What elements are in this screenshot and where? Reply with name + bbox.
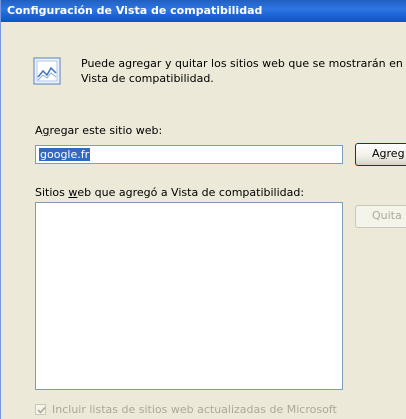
window-title: Configuración de Vista de compatibilidad — [7, 4, 263, 17]
include-updated-lists-checkbox[interactable] — [35, 404, 46, 415]
add-site-label-suffix: regar este sitio web: — [49, 124, 163, 137]
add-site-label-prefix: A — [35, 124, 43, 137]
add-site-label-mnemonic: g — [42, 124, 50, 137]
include-updated-lists-label: Incluir listas de sitios web actualizada… — [52, 403, 337, 416]
site-list-label-suffix: eb que agregó a Vista de compatibilidad: — [77, 186, 305, 199]
remove-button[interactable]: Quita — [355, 205, 406, 228]
add-site-label: Agregar este sitio web: — [35, 124, 162, 137]
add-button-label-rest: reg — [386, 147, 405, 160]
add-button-label-first: A — [372, 147, 380, 160]
compatibility-site-list[interactable] — [35, 202, 343, 390]
add-button[interactable]: Agreg — [355, 143, 406, 166]
add-button-label-mnemonic: g — [379, 147, 387, 160]
add-site-input-value: google.fr — [39, 148, 91, 161]
window-title-bar[interactable]: Configuración de Vista de compatibilidad — [1, 0, 406, 22]
compatibility-view-settings-dialog: Configuración de Vista de compatibilidad… — [0, 0, 406, 419]
include-updated-lists-option[interactable]: Incluir listas de sitios web actualizada… — [35, 403, 337, 416]
checkmark-icon — [37, 406, 46, 414]
info-line-1: Puede agregar y quitar los sitios web qu… — [81, 57, 403, 70]
info-line-2: Vista de compatibilidad. — [81, 72, 214, 85]
add-site-input[interactable]: google.fr — [35, 145, 343, 164]
remove-button-label: Quita — [372, 209, 402, 222]
compatibility-view-icon — [33, 57, 61, 85]
site-list-label: Sitios web que agregó a Vista de compati… — [35, 186, 304, 199]
info-description: Puede agregar y quitar los sitios web qu… — [81, 56, 406, 86]
site-list-label-prefix: Sitios — [35, 186, 69, 199]
